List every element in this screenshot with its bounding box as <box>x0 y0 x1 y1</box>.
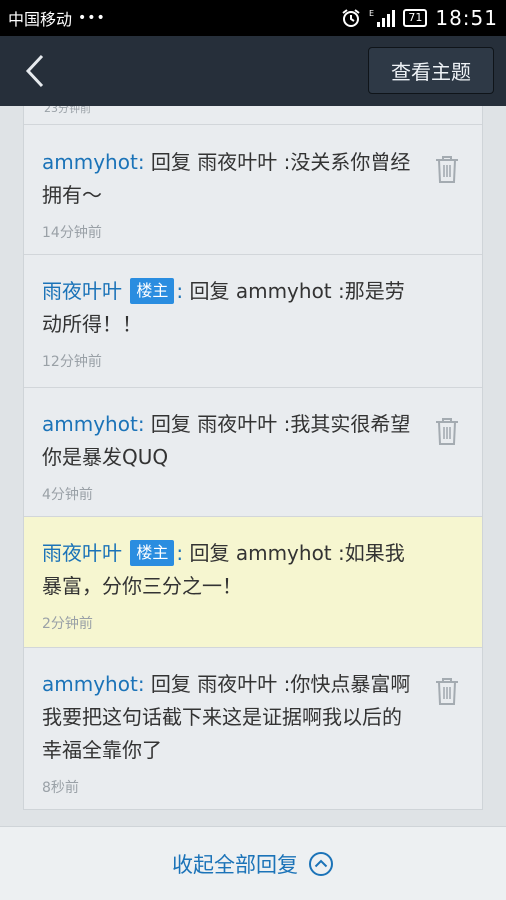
reply-time: 12分钟前 <box>42 354 102 370</box>
previous-reply-time: 23分钟前 <box>24 106 482 125</box>
reply-item: 雨夜叶叶 楼主: 回复 ammyhot :那是劳动所得！！ 12分钟前 <box>24 255 482 388</box>
collapse-all-replies-button[interactable]: 收起全部回复 <box>172 849 334 879</box>
nav-bar: 查看主题 <box>0 36 506 106</box>
notification-dots: ••• <box>78 10 106 26</box>
author-separator: : <box>137 412 145 436</box>
battery-icon: 71 <box>403 9 428 27</box>
trash-icon[interactable] <box>434 416 460 446</box>
alarm-icon <box>342 9 360 27</box>
status-bar: 中国移动 ••• E 71 18:51 <box>0 0 506 36</box>
chevron-up-circle-icon <box>309 851 333 876</box>
clock: 18:51 <box>435 6 498 30</box>
reply-list: 23分钟前 ammyhot: 回复 雨夜叶叶 :没关系你曾经拥有～ 14分钟前 … <box>23 106 483 810</box>
reply-author[interactable]: ammyhot <box>42 150 138 174</box>
trash-icon[interactable] <box>434 676 460 706</box>
reply-item: ammyhot: 回复 雨夜叶叶 :我其实很希望你是暴发QUQ 4分钟前 <box>24 388 482 517</box>
reply-text: 雨夜叶叶 楼主: 回复 ammyhot :那是劳动所得！！ <box>42 275 417 341</box>
reply-item: ammyhot: 回复 雨夜叶叶 :你快点暴富啊我要把这句话截下来这是证据啊我以… <box>24 648 482 809</box>
view-topic-button[interactable]: 查看主题 <box>368 47 494 94</box>
author-separator: : <box>137 672 145 696</box>
svg-text:E: E <box>369 9 374 18</box>
status-icons: E 71 18:51 <box>341 6 498 30</box>
reply-author[interactable]: ammyhot <box>42 672 138 696</box>
reply-text: 雨夜叶叶 楼主: 回复 ammyhot :如果我暴富，分你三分之一！ <box>42 537 417 603</box>
reply-text: ammyhot: 回复 雨夜叶叶 :没关系你曾经拥有～ <box>42 146 417 212</box>
signal-icon: E <box>369 9 396 27</box>
reply-time: 14分钟前 <box>42 225 102 241</box>
chevron-left-icon <box>25 54 44 88</box>
footer-bar: 收起全部回复 <box>0 826 506 900</box>
carrier-name: 中国移动 <box>8 10 73 29</box>
collapse-label: 收起全部回复 <box>172 852 298 877</box>
op-badge: 楼主 <box>130 540 175 566</box>
trash-icon[interactable] <box>434 154 460 184</box>
back-button[interactable] <box>0 36 70 106</box>
reply-author[interactable]: 雨夜叶叶 <box>42 541 122 565</box>
reply-text: ammyhot: 回复 雨夜叶叶 :你快点暴富啊我要把这句话截下来这是证据啊我以… <box>42 668 417 767</box>
reply-item: ammyhot: 回复 雨夜叶叶 :没关系你曾经拥有～ 14分钟前 <box>24 126 482 255</box>
op-badge: 楼主 <box>130 278 175 304</box>
author-separator: : <box>137 150 145 174</box>
reply-time: 8秒前 <box>42 780 79 796</box>
reply-item-highlighted: 雨夜叶叶 楼主: 回复 ammyhot :如果我暴富，分你三分之一！ 2分钟前 <box>24 517 482 648</box>
reply-time: 4分钟前 <box>42 487 93 503</box>
reply-author[interactable]: 雨夜叶叶 <box>42 279 122 303</box>
reply-text: ammyhot: 回复 雨夜叶叶 :我其实很希望你是暴发QUQ <box>42 408 417 474</box>
reply-time: 2分钟前 <box>42 616 93 632</box>
reply-author[interactable]: ammyhot <box>42 412 138 436</box>
